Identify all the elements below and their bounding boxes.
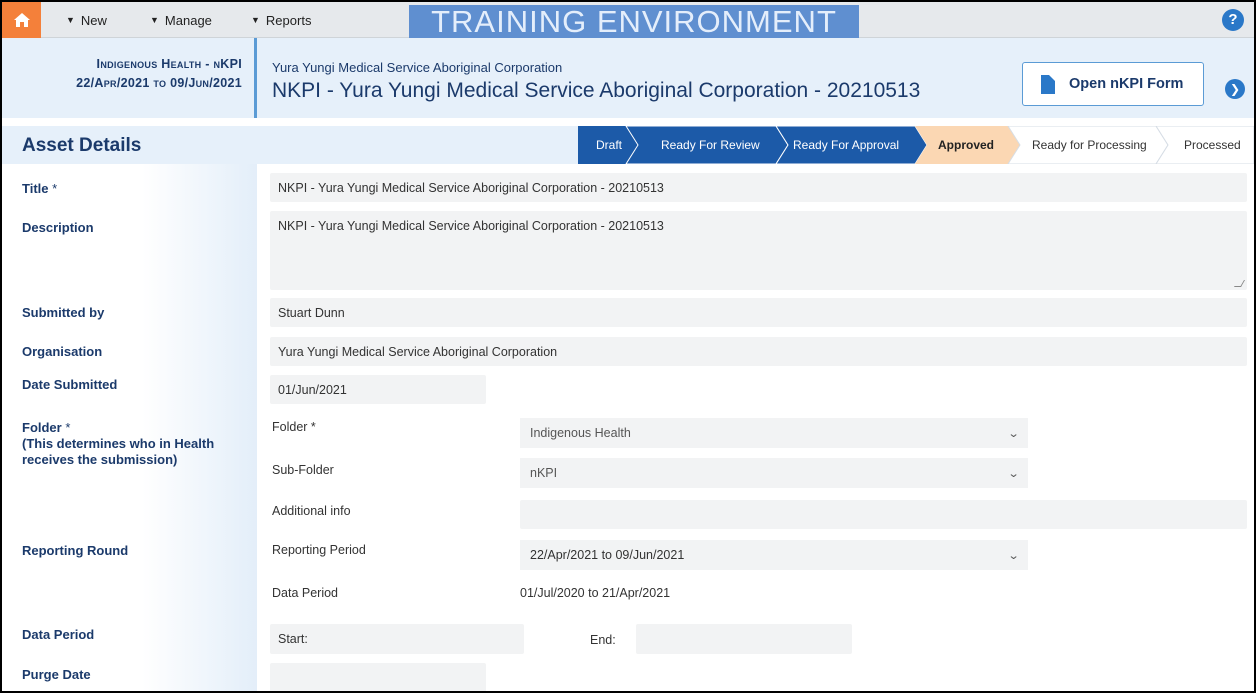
date-submitted-label: Date Submitted [22,377,118,392]
end-label: End: [590,633,616,647]
reports-menu[interactable]: ▼ Reports [251,2,311,38]
document-icon [1041,74,1055,94]
folder-sub-label: Folder * [272,420,316,434]
purge-date-label: Purge Date [22,667,91,682]
manage-menu[interactable]: ▼ Manage [150,2,212,38]
folder-select[interactable]: Indigenous Health ⌄ [520,418,1028,448]
subfolder-select-value: nKPI [530,466,558,480]
round-name: Indigenous Health - nKPI [96,57,242,71]
workflow-label-processed: Processed [1184,138,1241,152]
reporting-period-select[interactable]: 22/Apr/2021 to 09/Jun/2021 ⌄ [520,540,1028,570]
training-environment-banner: TRAINING ENVIRONMENT [409,5,859,38]
reporting-period-value: 22/Apr/2021 to 09/Jun/2021 [530,548,685,562]
reports-menu-label: Reports [265,12,312,28]
chevron-right-icon[interactable]: ❯ [1225,79,1245,99]
additional-info-field[interactable] [520,500,1247,529]
purge-date-field[interactable] [270,663,486,691]
workflow-label-ready-for-approval: Ready For Approval [793,138,899,152]
title-field[interactable]: NKPI - Yura Yungi Medical Service Aborig… [270,173,1247,202]
data-period-sub-label: Data Period [272,586,339,600]
chevron-down-icon: ⌄ [1007,467,1020,480]
data-period-label: Data Period [22,627,95,642]
description-label: Description [22,220,94,235]
asset-details-bar: Asset Details Draft Ready For Review Rea… [2,126,1254,164]
folder-label: Folder * (This determines who in Health … [22,420,215,467]
top-nav-bar: ▼ New ▼ Manage ▼ Reports TRAINING ENVIRO… [2,2,1254,38]
app-window: ▼ New ▼ Manage ▼ Reports TRAINING ENVIRO… [0,0,1256,693]
folder-note: (This determines who in Health receives … [22,436,215,467]
asset-details-form: Title * NKPI - Yura Yungi Medical Servic… [2,164,1254,691]
workflow-steps: Draft Ready For Review Ready For Approva… [578,126,1254,164]
caret-down-icon: ▼ [150,15,159,25]
reporting-round-summary: Indigenous Health - nKPI 22/Apr/2021 to … [2,38,257,118]
submitted-by-label: Submitted by [22,305,105,320]
submitted-by-field[interactable]: Stuart Dunn [270,298,1247,327]
caret-down-icon: ▼ [251,15,260,25]
data-period-end-field[interactable] [636,624,852,654]
caret-down-icon: ▼ [66,15,75,25]
page-title: NKPI - Yura Yungi Medical Service Aborig… [272,79,921,102]
description-field[interactable]: NKPI - Yura Yungi Medical Service Aborig… [270,211,1247,290]
workflow-label-ready-for-review: Ready For Review [661,138,760,152]
chevron-down-icon: ⌄ [1007,427,1020,440]
description-value: NKPI - Yura Yungi Medical Service Aborig… [278,219,664,233]
organisation-field[interactable]: Yura Yungi Medical Service Aboriginal Co… [270,337,1247,366]
start-label: Start: [278,632,308,646]
data-period-value: 01/Jul/2020 to 21/Apr/2021 [520,586,671,600]
round-dates: 22/Apr/2021 to 09/Jun/2021 [76,76,242,90]
reporting-round-label: Reporting Round [22,543,129,558]
reporting-period-label: Reporting Period [272,543,366,557]
subfolder-label: Sub-Folder [272,463,334,477]
manage-menu-label: Manage [164,12,212,28]
new-menu[interactable]: ▼ New [66,2,107,38]
resize-handle-icon[interactable] [1233,280,1246,287]
workflow-label-approved: Approved [938,138,994,152]
title-label: Title * [22,181,58,196]
date-submitted-field[interactable]: 01/Jun/2021 [270,375,486,404]
subfolder-select[interactable]: nKPI ⌄ [520,458,1028,488]
help-icon[interactable]: ? [1222,9,1244,31]
section-title: Asset Details [22,135,142,156]
submission-header: Indigenous Health - nKPI 22/Apr/2021 to … [2,38,1254,118]
organisation-name: Yura Yungi Medical Service Aboriginal Co… [272,60,563,75]
home-icon [13,13,30,27]
workflow-label-draft: Draft [596,138,623,152]
additional-info-label: Additional info [272,504,351,518]
data-period-start-field[interactable]: Start: [270,624,524,654]
new-menu-label: New [80,12,107,28]
folder-select-value: Indigenous Health [530,426,631,440]
home-button[interactable] [2,2,41,38]
workflow-label-ready-for-processing: Ready for Processing [1032,138,1147,152]
open-form-label: Open nKPI Form [1069,76,1184,92]
open-nkpi-form-button[interactable]: Open nKPI Form [1022,62,1204,106]
chevron-down-icon: ⌄ [1007,549,1020,562]
folder-label-text: Folder [22,420,62,435]
organisation-label: Organisation [22,344,103,359]
